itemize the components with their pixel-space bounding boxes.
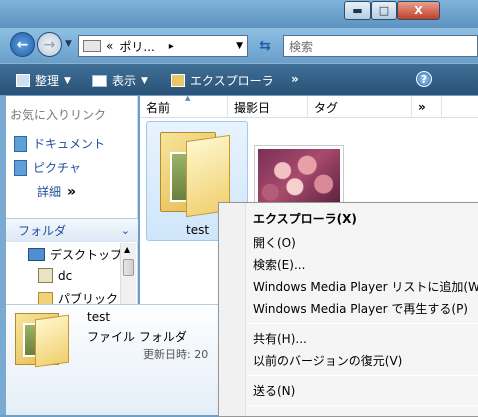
column-date-label: 撮影日: [234, 100, 271, 115]
details-name: test: [87, 310, 111, 324]
minimize-button[interactable]: ▬: [344, 1, 371, 20]
favorite-link-label: ピクチャ: [33, 161, 81, 175]
toolbar-overflow-button[interactable]: »: [291, 72, 299, 86]
column-header-row: 名前 ▲ 撮影日 タグ »: [140, 94, 478, 118]
documents-icon: [14, 135, 27, 152]
path-separator-arrow-icon[interactable]: ▸: [169, 41, 174, 52]
explorer-label: エクスプローラ: [190, 74, 274, 88]
menu-item-add-to-wmp-list[interactable]: Windows Media Player リストに追加(W): [253, 278, 478, 295]
favorite-link-documents[interactable]: ドキュメント: [14, 135, 105, 152]
organize-label: 整理: [35, 74, 60, 88]
chevron-down-icon: ▼: [141, 75, 148, 86]
menu-item-play-in-wmp[interactable]: Windows Media Player で再生する(P): [253, 300, 468, 317]
drive-icon: [83, 40, 101, 52]
organize-button[interactable]: 整理 ▼: [16, 72, 71, 89]
refresh-icon: ⇆: [259, 38, 271, 54]
back-button[interactable]: ←: [10, 32, 35, 57]
back-arrow-icon: ←: [16, 36, 29, 53]
column-overflow-button[interactable]: »: [412, 96, 442, 118]
menu-icon-strip: [219, 203, 246, 416]
views-label: 表示: [112, 74, 137, 88]
organize-icon: [16, 74, 30, 87]
maximize-button[interactable]: □: [371, 1, 397, 20]
tree-item-label: デスクトップ: [50, 248, 123, 262]
details-folder-icon: [15, 309, 71, 368]
refresh-button[interactable]: ⇆: [254, 36, 276, 56]
window-titlebar: ▬ □ X: [0, 0, 478, 28]
close-button[interactable]: X: [397, 1, 440, 20]
menu-item-explorer[interactable]: エクスプローラ(X): [253, 210, 357, 227]
forward-button[interactable]: →: [37, 32, 62, 57]
explorer-button[interactable]: エクスプローラ: [171, 72, 274, 89]
desktop-icon: [28, 248, 45, 261]
search-input[interactable]: 検索: [283, 35, 478, 57]
chevron-down-icon: ⌄: [120, 224, 130, 237]
favorite-link-label: ドキュメント: [33, 137, 106, 151]
details-type: ファイル フォルダ: [87, 330, 187, 344]
details-modified-date: 更新日時: 20: [143, 348, 209, 361]
search-placeholder: 検索: [289, 39, 314, 54]
more-links-button[interactable]: 詳細 »: [37, 183, 76, 200]
flower-photo-thumbnail[interactable]: [254, 145, 344, 207]
help-button[interactable]: ?: [416, 71, 432, 87]
favorite-links-header: お気に入りリンク: [10, 108, 107, 122]
maximize-icon: □: [378, 4, 390, 17]
folders-header-label: フォルダ: [18, 224, 67, 238]
menu-item-share[interactable]: 共有(H)...: [253, 330, 307, 347]
menu-item-send-to[interactable]: 送る(N): [253, 382, 295, 399]
context-menu: エクスプローラ(X) 開く(O) 検索(E)... Windows Media …: [218, 202, 478, 417]
minimize-icon: ▬: [352, 4, 363, 17]
tree-item-label: dc: [58, 268, 73, 283]
file-name-label: test: [186, 223, 210, 237]
overflow-chevron-icon: »: [418, 100, 426, 114]
scroll-up-icon[interactable]: ▲: [124, 245, 130, 254]
forward-arrow-icon: →: [43, 36, 56, 53]
menu-separator: [248, 405, 478, 406]
user-folder-icon: [38, 268, 53, 283]
menu-separator: [248, 323, 478, 324]
flower-image: [258, 149, 340, 203]
help-icon: ?: [420, 72, 428, 86]
column-tags-label: タグ: [314, 100, 339, 115]
close-icon: X: [414, 4, 423, 17]
tree-scrollbar[interactable]: ▲: [120, 243, 136, 304]
address-dropdown-icon[interactable]: ▼: [236, 41, 243, 51]
menu-separator: [248, 375, 478, 376]
recent-pages-dropdown[interactable]: ▼: [65, 39, 72, 49]
explorer-icon: [171, 74, 185, 87]
chevron-down-icon: ▼: [64, 75, 71, 86]
more-links-label: 詳細: [37, 185, 62, 199]
folders-header[interactable]: フォルダ ⌄: [6, 218, 138, 242]
pictures-icon: [14, 159, 27, 176]
column-name-label: 名前: [146, 100, 171, 115]
column-header-tags[interactable]: タグ: [308, 96, 412, 118]
column-header-date-taken[interactable]: 撮影日: [228, 96, 308, 118]
overflow-chevron-icon: »: [291, 72, 299, 86]
address-bar[interactable]: « ポリ... ▸ ▼: [78, 35, 248, 57]
double-chevron-icon: »: [67, 183, 77, 200]
scrollbar-thumb[interactable]: [123, 259, 134, 276]
tree-item-desktop[interactable]: デスクトップ: [28, 246, 122, 263]
menu-item-search[interactable]: 検索(E)...: [253, 256, 305, 273]
views-button[interactable]: 表示 ▼: [92, 72, 148, 89]
address-overflow-chevron[interactable]: «: [106, 39, 113, 53]
tree-item-dc[interactable]: dc: [38, 268, 72, 283]
menu-item-restore-previous-versions[interactable]: 以前のバージョンの復元(V): [253, 352, 402, 369]
command-toolbar: 整理 ▼ 表示 ▼ エクスプローラ » ?: [0, 63, 478, 95]
column-header-name[interactable]: 名前 ▲: [140, 94, 228, 118]
favorite-link-pictures[interactable]: ピクチャ: [14, 159, 81, 176]
address-path-segment[interactable]: ポリ...: [119, 38, 154, 55]
sort-ascending-icon: ▲: [185, 94, 191, 102]
menu-item-open[interactable]: 開く(O): [253, 234, 296, 251]
views-icon: [92, 74, 107, 87]
